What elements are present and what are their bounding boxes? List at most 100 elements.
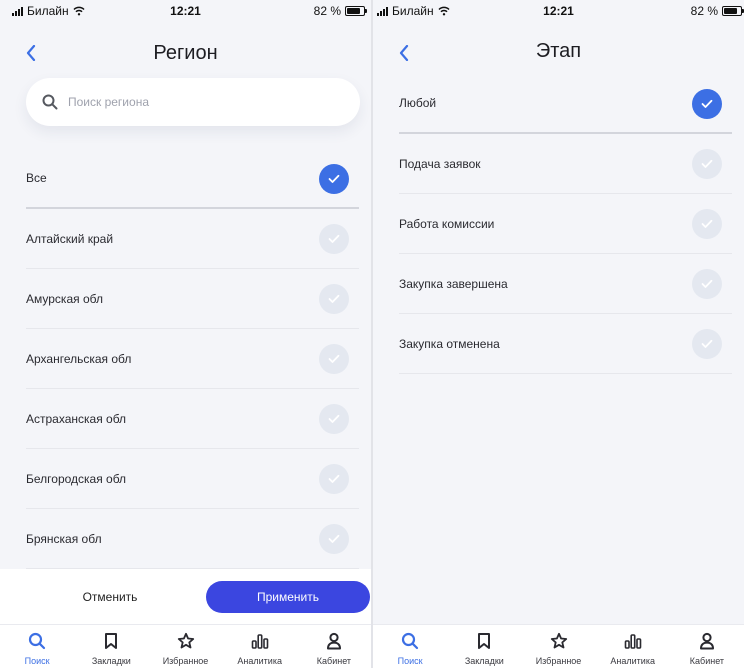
search-bar[interactable] (26, 78, 360, 126)
checkmark-icon (328, 294, 340, 303)
checkbox-checked[interactable] (692, 89, 722, 119)
bookmark-icon (474, 631, 494, 651)
list-item[interactable]: Архангельская обл (26, 329, 359, 389)
star-icon (549, 631, 569, 651)
checkmark-icon (701, 279, 713, 288)
list-item[interactable]: Все (26, 149, 359, 209)
analytics-icon (250, 631, 270, 651)
tab-search[interactable]: Поиск (0, 625, 74, 668)
list-item[interactable]: Закупка завершена (399, 254, 732, 314)
header: Регион (0, 30, 371, 74)
list-item-label: Работа комиссии (399, 216, 495, 231)
checkbox-unchecked[interactable] (692, 269, 722, 299)
search-input[interactable] (68, 95, 328, 109)
checkmark-icon (701, 99, 713, 108)
list-item-label: Брянская обл (26, 531, 102, 546)
battery-percent: 82 % (313, 4, 341, 18)
tab-label: Избранное (535, 656, 582, 666)
star-icon (176, 631, 196, 651)
battery-icon (345, 6, 367, 16)
list-item[interactable]: Работа комиссии (399, 194, 732, 254)
list-item[interactable]: Любой (399, 74, 732, 134)
checkmark-icon (328, 414, 340, 423)
region-screen: Билайн 12:21 82 % Регион Все Алтайский кр… (0, 0, 371, 668)
tab-search[interactable]: Поиск (373, 625, 447, 668)
checkmark-icon (328, 354, 340, 363)
checkbox-checked[interactable] (319, 164, 349, 194)
tab-label: Аналитика (610, 656, 655, 666)
list-item[interactable]: Амурская обл (26, 269, 359, 329)
region-list: Все Алтайский край Амурская обл Архангельск… (0, 149, 371, 569)
tab-label: Аналитика (237, 656, 282, 666)
user-icon (324, 631, 344, 651)
tab-label: Кабинет (316, 656, 352, 666)
battery-icon (722, 6, 744, 16)
tab-label: Поиск (397, 656, 423, 666)
checkbox-unchecked[interactable] (692, 149, 722, 179)
checkbox-unchecked[interactable] (319, 284, 349, 314)
checkbox-unchecked[interactable] (692, 329, 722, 359)
stage-screen: Билайн 12:21 82 % Этап Любой Подача заяво… (373, 0, 744, 668)
tab-label: Закладки (91, 656, 131, 666)
tab-bookmark[interactable]: Закладки (447, 625, 521, 668)
list-item[interactable]: Брянская обл (26, 509, 359, 569)
user-icon (697, 631, 717, 651)
list-item[interactable]: Астраханская обл (26, 389, 359, 449)
status-time: 12:21 (543, 4, 574, 18)
checkmark-icon (701, 219, 713, 228)
list-item-label: Подача заявок (399, 156, 481, 171)
list-item-label: Белгородская обл (26, 471, 127, 486)
page-title: Этап (535, 40, 582, 62)
checkmark-icon (701, 339, 713, 348)
tab-star[interactable]: Избранное (521, 625, 595, 668)
tab-analytics[interactable]: Аналитика (223, 625, 297, 668)
status-bar: Билайн 12:21 82 % (373, 0, 744, 22)
list-item[interactable]: Белгородская обл (26, 449, 359, 509)
list-item-label: Любой (399, 96, 437, 110)
tab-bar: Поиск Закладки Избранное Аналитика Кабинет (373, 624, 744, 668)
stage-list: Любой Подача заявок Работа комиссии Закупка… (373, 74, 744, 374)
tab-label: Кабинет (689, 656, 725, 666)
list-item[interactable]: Закупка отменена (399, 314, 732, 374)
checkmark-icon (328, 174, 340, 183)
bookmark-icon (101, 631, 121, 651)
page-title: Регион (153, 42, 218, 64)
cancel-button[interactable]: Отменить (30, 581, 190, 613)
tab-user[interactable]: Кабинет (670, 625, 744, 668)
tab-label: Поиск (24, 656, 50, 666)
search-icon (42, 94, 58, 110)
list-item[interactable]: Алтайский край (26, 209, 359, 269)
list-item-label: Алтайский край (26, 231, 114, 246)
checkmark-icon (701, 159, 713, 168)
tab-analytics[interactable]: Аналитика (596, 625, 670, 668)
list-item-label: Закупка отменена (399, 336, 500, 351)
checkbox-unchecked[interactable] (319, 344, 349, 374)
tab-bookmark[interactable]: Закладки (74, 625, 148, 668)
list-item-label: Астраханская обл (26, 411, 127, 426)
tab-label: Избранное (162, 656, 209, 666)
search-icon (27, 631, 47, 651)
list-item-label: Архангельская обл (26, 351, 132, 366)
search-icon (400, 631, 420, 651)
tab-user[interactable]: Кабинет (297, 625, 371, 668)
checkbox-unchecked[interactable] (319, 524, 349, 554)
checkbox-unchecked[interactable] (319, 464, 349, 494)
list-item-label: Амурская обл (26, 291, 103, 306)
status-bar: Билайн 12:21 82 % (0, 0, 371, 22)
battery-percent: 82 % (690, 4, 718, 18)
tab-star[interactable]: Избранное (148, 625, 222, 668)
checkmark-icon (328, 534, 340, 543)
action-bar: Отменить Применить (0, 569, 371, 624)
list-item-label: Закупка завершена (399, 276, 508, 291)
apply-button[interactable]: Применить (206, 581, 370, 613)
checkbox-unchecked[interactable] (692, 209, 722, 239)
checkmark-icon (328, 474, 340, 483)
checkbox-unchecked[interactable] (319, 224, 349, 254)
list-item[interactable]: Подача заявок (399, 134, 732, 194)
checkbox-unchecked[interactable] (319, 404, 349, 434)
tab-bar: Поиск Закладки Избранное Аналитика Кабинет (0, 624, 371, 668)
tab-label: Закладки (464, 656, 504, 666)
checkmark-icon (328, 234, 340, 243)
analytics-icon (623, 631, 643, 651)
header: Этап (373, 30, 744, 74)
